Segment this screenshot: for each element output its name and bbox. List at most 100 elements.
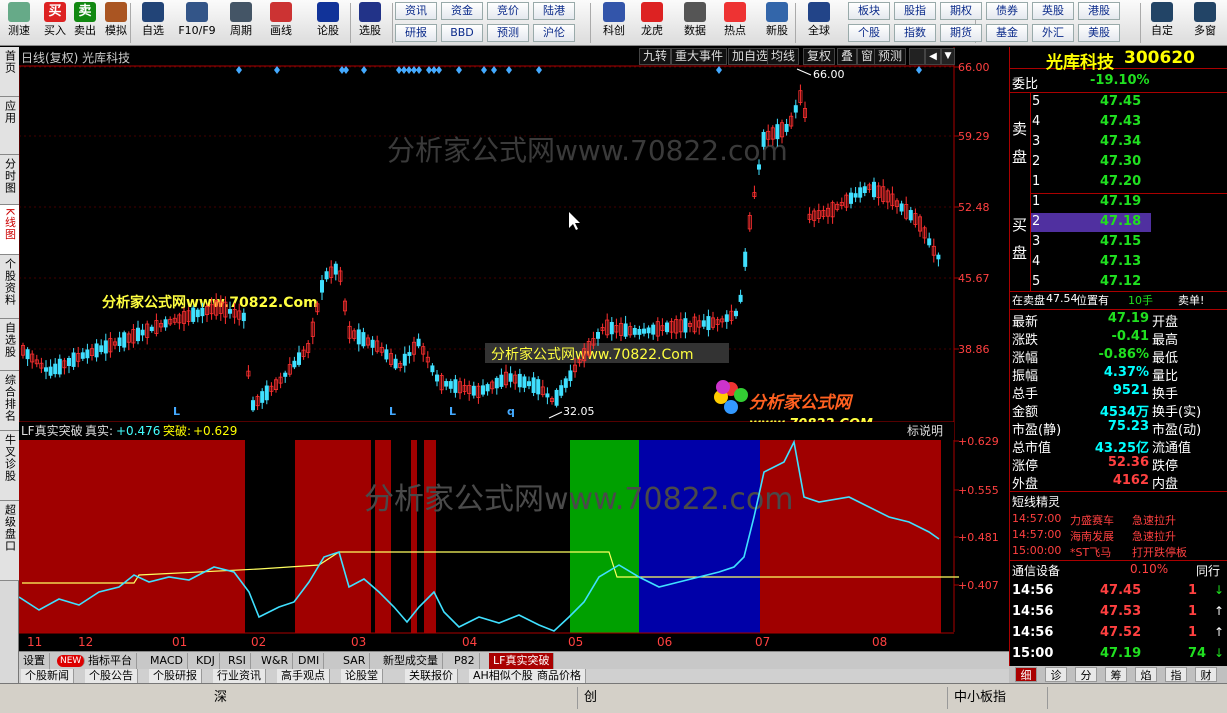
indicator-tab-8[interactable]: SAR <box>339 653 371 669</box>
menu-button-0-2[interactable]: 竞价 <box>487 2 529 20</box>
right-tab-2[interactable]: 分 <box>1075 667 1097 682</box>
menu-button-0-0[interactable]: 资讯 <box>395 2 437 20</box>
status-index-0[interactable]: 深 <box>208 687 578 709</box>
news-tab-3[interactable]: 行业资讯 <box>213 669 266 683</box>
menu-button-1-2[interactable]: 预测 <box>487 24 529 42</box>
left-tab-6[interactable]: 综合排名 <box>0 371 19 431</box>
kline-button-7[interactable]: 预测 <box>874 48 907 65</box>
buy-price[interactable]: 47.13 <box>1100 254 1141 269</box>
menu-button-3-1[interactable]: 指数 <box>894 24 936 42</box>
toolbar-button-globe[interactable]: 全球 <box>800 2 838 44</box>
kline-button-3[interactable]: 均线 <box>767 48 800 65</box>
menu-button-0-3[interactable]: 陆港 <box>533 2 575 20</box>
news-tab-5[interactable]: 论股堂 <box>341 669 383 683</box>
short-stock[interactable]: 力盛赛车 <box>1070 512 1114 528</box>
left-tab-0[interactable]: 首页 <box>0 47 19 97</box>
menu-button-3-4[interactable]: 外汇 <box>1032 24 1074 42</box>
toolbar-button-multiwindow[interactable]: 多窗 <box>1186 2 1224 44</box>
toolbar-button-discuss[interactable]: 论股 <box>309 2 347 44</box>
indicator-tab-9[interactable]: 新型成交量 <box>379 653 443 669</box>
menu-button-3-3[interactable]: 基金 <box>986 24 1028 42</box>
status-index-1[interactable]: 创 <box>578 687 948 709</box>
news-tab-0[interactable]: 个股新闻 <box>21 669 74 683</box>
toolbar-button-speed[interactable]: 测速 <box>0 2 38 44</box>
indicator-tab-10[interactable]: P82 <box>450 653 480 669</box>
indicator-tab-2[interactable]: 指标平台 <box>84 653 137 669</box>
indicator-tab-4[interactable]: KDJ <box>192 653 220 669</box>
left-tab-4[interactable]: 个股资料 <box>0 255 19 319</box>
toolbar-button-newstock[interactable]: 新股 <box>758 2 796 44</box>
kline-svg[interactable]: 66.00 59.29 52.48 45.67 38.86 分析家公式网www.70822… <box>18 47 1009 651</box>
right-tab-5[interactable]: 指 <box>1165 667 1187 682</box>
buy-level[interactable]: 5 <box>1032 274 1040 289</box>
indicator-tab-3[interactable]: MACD <box>146 653 188 669</box>
menu-button-0-1[interactable]: 资金 <box>441 2 483 20</box>
industry-tag[interactable]: 同行 <box>1196 562 1220 579</box>
buy-price[interactable]: 47.12 <box>1100 274 1141 289</box>
buy-level[interactable]: 1 <box>1032 194 1040 209</box>
kline-button-2[interactable]: 加自选 <box>728 48 773 65</box>
indicator-tab-6[interactable]: W&R <box>257 653 294 669</box>
news-tab-6[interactable]: 关联报价 <box>405 669 458 683</box>
left-tab-2[interactable]: 分时图 <box>0 155 19 205</box>
toolbar-button-star[interactable]: 自选 <box>134 2 172 44</box>
toolbar-button-data[interactable]: 数据 <box>676 2 714 44</box>
toolbar-button-dragon[interactable]: 龙虎 <box>633 2 671 44</box>
menu-button-2-1[interactable]: 股指 <box>894 2 936 20</box>
news-tab-2[interactable]: 个股研报 <box>149 669 202 683</box>
left-tab-5[interactable]: 自选股 <box>0 319 19 371</box>
toolbar-button-f10[interactable]: F10/F9 <box>178 2 216 44</box>
toolbar-button-clock[interactable]: 周期 <box>222 2 260 44</box>
buy-price[interactable]: 47.15 <box>1100 234 1141 249</box>
status-index-2[interactable]: 中小板指 <box>948 687 1048 709</box>
toolbar-button-select[interactable]: 选股 <box>351 2 389 44</box>
right-tab-4[interactable]: 焰 <box>1135 667 1157 682</box>
kline-button-4[interactable]: 复权 <box>803 48 836 65</box>
left-tab-1[interactable]: 应用 <box>0 97 19 155</box>
indicator-tab-0[interactable]: 设置 <box>19 653 50 669</box>
menu-button-1-1[interactable]: BBD <box>441 24 483 42</box>
news-tab-1[interactable]: 个股公告 <box>85 669 138 683</box>
right-tab-3[interactable]: 筹 <box>1105 667 1127 682</box>
indicator-help[interactable]: 标说明 <box>907 423 943 438</box>
menu-button-2-2[interactable]: 期权 <box>940 2 982 20</box>
left-tab-8[interactable]: 超级盘口 <box>0 501 19 581</box>
short-stock[interactable]: *ST飞马 <box>1070 544 1111 560</box>
indicator-tab-1[interactable]: NEW <box>57 655 86 667</box>
toolbar-button-hot[interactable]: 热点 <box>716 2 754 44</box>
menu-button-2-4[interactable]: 英股 <box>1032 2 1074 20</box>
left-tab-3[interactable]: K线图 <box>0 205 19 255</box>
menu-button-3-2[interactable]: 期货 <box>940 24 982 42</box>
kline-button-5[interactable]: 叠 <box>837 48 858 65</box>
indicator-tab-5[interactable]: RSI <box>224 653 251 669</box>
dropdown-icon[interactable]: ▼ <box>941 48 955 65</box>
buy-level[interactable]: 4 <box>1032 254 1040 269</box>
menu-button-3-0[interactable]: 个股 <box>848 24 890 42</box>
chart-area[interactable]: 66.00 59.29 52.48 45.67 38.86 分析家公式网www.70822… <box>18 47 1009 651</box>
news-tab-8[interactable]: 商品价格 <box>533 669 586 683</box>
news-tab-7[interactable]: AH相似个股 <box>469 669 538 683</box>
toolbar-button-custom[interactable]: 自定 <box>1143 2 1181 44</box>
buy-price[interactable]: 47.19 <box>1100 194 1141 209</box>
menu-button-2-3[interactable]: 债券 <box>986 2 1028 20</box>
kline-button-1[interactable]: 重大事件 <box>671 48 728 65</box>
right-tab-6[interactable]: 财 <box>1195 667 1217 682</box>
buy-price[interactable]: 47.18 <box>1100 214 1141 229</box>
toolbar-button-pen[interactable]: 画线 <box>262 2 300 44</box>
left-tab-7[interactable]: 牛叉诊股 <box>0 431 19 501</box>
buy-level[interactable]: 2 <box>1032 214 1040 229</box>
kline-button-0[interactable]: 九转 <box>639 48 672 65</box>
menu-button-2-0[interactable]: 板块 <box>848 2 890 20</box>
menu-button-2-5[interactable]: 港股 <box>1078 2 1120 20</box>
right-tab-0[interactable]: 细 <box>1015 667 1037 682</box>
indicator-tab-11[interactable]: LF真实突破 <box>489 653 555 669</box>
news-tab-4[interactable]: 高手观点 <box>277 669 330 683</box>
indicator-tab-7[interactable]: DMI <box>294 653 325 669</box>
menu-button-3-5[interactable]: 美股 <box>1078 24 1120 42</box>
right-tab-1[interactable]: 诊 <box>1045 667 1067 682</box>
toolbar-button-chart[interactable]: 科创 <box>595 2 633 44</box>
sound-icon[interactable]: ◀ <box>925 48 941 65</box>
short-stock[interactable]: 海南发展 <box>1070 528 1114 544</box>
buy-level[interactable]: 3 <box>1032 234 1040 249</box>
menu-button-1-3[interactable]: 沪伦 <box>533 24 575 42</box>
